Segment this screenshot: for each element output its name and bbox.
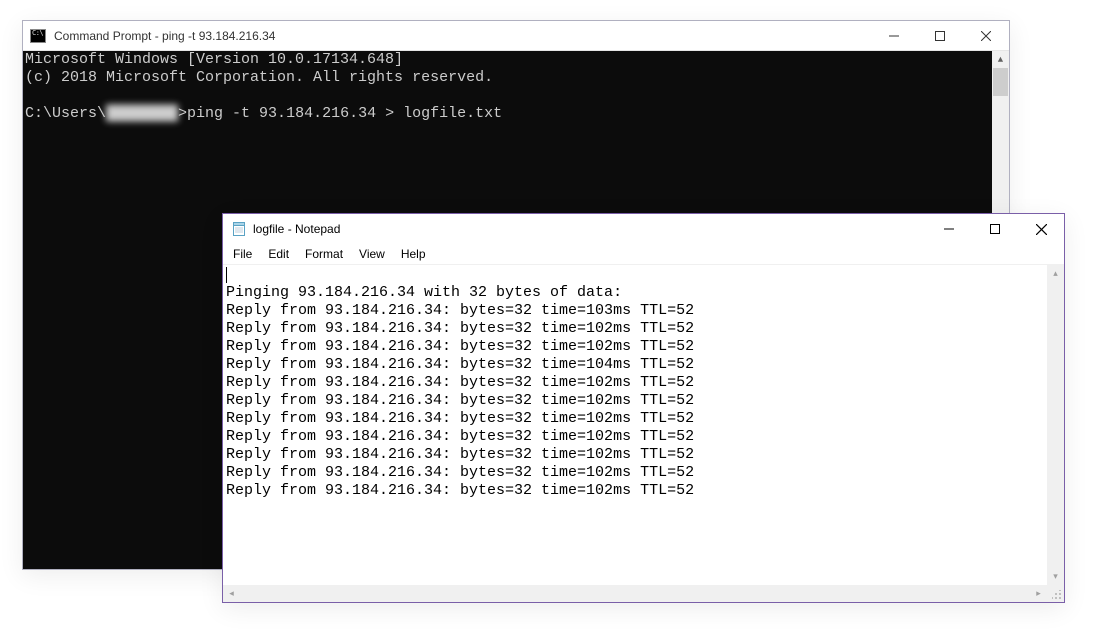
scroll-up-arrow-icon[interactable]: ▲ — [992, 51, 1009, 68]
notepad-window-title: logfile - Notepad — [253, 222, 340, 236]
close-button[interactable] — [963, 21, 1009, 50]
cmd-output: Microsoft Windows [Version 10.0.17134.64… — [23, 51, 1009, 123]
notepad-horizontal-scrollbar[interactable]: ◂ ▸ — [223, 585, 1047, 602]
cmd-prompt-suffix: > — [178, 105, 187, 122]
menu-help[interactable]: Help — [393, 245, 434, 263]
text-cursor — [226, 267, 227, 283]
close-button[interactable] — [1018, 214, 1064, 244]
menu-edit[interactable]: Edit — [260, 245, 297, 263]
cmd-titlebar[interactable]: Command Prompt - ping -t 93.184.216.34 — [23, 21, 1009, 51]
menu-format[interactable]: Format — [297, 245, 351, 263]
cmd-prompt-username-redacted: ████████ — [106, 105, 178, 123]
notepad-titlebar[interactable]: logfile - Notepad — [223, 214, 1064, 244]
menu-file[interactable]: File — [225, 245, 260, 263]
scroll-down-arrow-icon[interactable]: ▾ — [1047, 568, 1064, 585]
menu-view[interactable]: View — [351, 245, 393, 263]
notepad-icon — [231, 221, 247, 237]
minimize-button[interactable] — [926, 214, 972, 244]
cmd-prompt-prefix: C:\Users\ — [25, 105, 106, 122]
notepad-text-area[interactable]: Pinging 93.184.216.34 with 32 bytes of d… — [223, 264, 1064, 602]
notepad-window-controls — [926, 214, 1064, 244]
scroll-up-arrow-icon[interactable]: ▴ — [1047, 265, 1064, 282]
maximize-button[interactable] — [972, 214, 1018, 244]
cmd-window-controls — [871, 21, 1009, 50]
notepad-vertical-scrollbar[interactable]: ▴ ▾ — [1047, 265, 1064, 585]
cmd-window-title: Command Prompt - ping -t 93.184.216.34 — [54, 29, 275, 43]
cmd-line-copyright: (c) 2018 Microsoft Corporation. All righ… — [25, 69, 493, 86]
minimize-button[interactable] — [871, 21, 917, 50]
notepad-menubar: File Edit Format View Help — [223, 244, 1064, 264]
resize-grip-icon[interactable] — [1047, 585, 1064, 602]
notepad-window: logfile - Notepad File Edit Format View … — [222, 213, 1065, 603]
scrollbar-thumb[interactable] — [993, 68, 1008, 96]
cmd-line-version: Microsoft Windows [Version 10.0.17134.64… — [25, 51, 403, 68]
command-prompt-icon — [30, 29, 46, 43]
scroll-left-arrow-icon[interactable]: ◂ — [223, 585, 240, 602]
cmd-prompt-command: ping -t 93.184.216.34 > logfile.txt — [187, 105, 502, 122]
notepad-text-content[interactable]: Pinging 93.184.216.34 with 32 bytes of d… — [223, 265, 1064, 500]
scroll-right-arrow-icon[interactable]: ▸ — [1030, 585, 1047, 602]
maximize-button[interactable] — [917, 21, 963, 50]
